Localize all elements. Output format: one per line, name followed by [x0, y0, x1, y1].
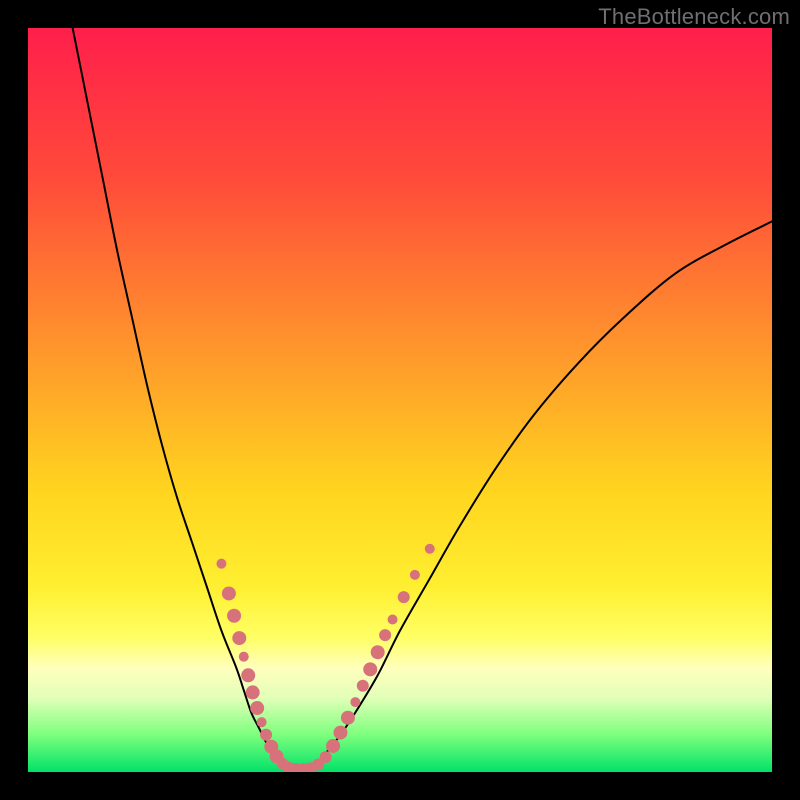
marker-right-cluster-7 — [363, 662, 377, 676]
marker-left-cluster-5 — [241, 668, 255, 682]
marker-right-cluster-9 — [379, 629, 391, 641]
curve-overlay — [28, 28, 772, 772]
marker-left-cluster-6 — [246, 685, 260, 699]
marker-left-cluster-2 — [227, 609, 241, 623]
marker-left-cluster-7 — [250, 701, 264, 715]
marker-right-cluster-12 — [410, 570, 420, 580]
marker-left-cluster-1 — [222, 586, 236, 600]
marker-right-cluster-1 — [320, 751, 332, 763]
marker-right-cluster-3 — [333, 726, 347, 740]
series-bottleneck-left — [73, 28, 289, 768]
marker-right-cluster-13 — [425, 544, 435, 554]
marker-right-cluster-6 — [357, 680, 369, 692]
chart-frame: TheBottleneck.com — [0, 0, 800, 800]
marker-left-cluster-4 — [239, 652, 249, 662]
marker-left-cluster-3 — [232, 631, 246, 645]
marker-right-cluster-11 — [398, 591, 410, 603]
marker-right-cluster-4 — [341, 711, 355, 725]
marker-left-cluster-8 — [257, 717, 267, 727]
plot-area — [28, 28, 772, 772]
marker-left-cluster-0 — [216, 559, 226, 569]
marker-right-cluster-10 — [388, 614, 398, 624]
series-bottleneck-right — [311, 221, 772, 768]
marker-right-cluster-5 — [350, 697, 360, 707]
marker-right-cluster-2 — [326, 739, 340, 753]
marker-left-cluster-9 — [260, 729, 272, 741]
watermark-text: TheBottleneck.com — [598, 4, 790, 30]
marker-right-cluster-8 — [371, 645, 385, 659]
